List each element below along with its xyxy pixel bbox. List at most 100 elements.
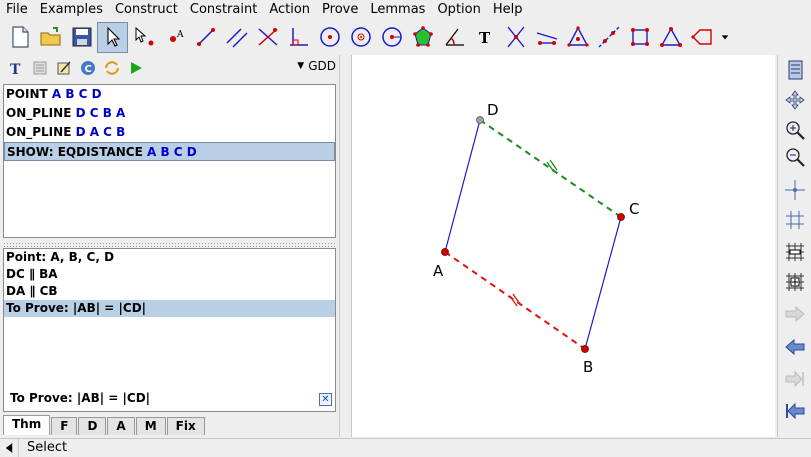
tab-d[interactable]: D [78, 417, 107, 435]
status-triangle-icon[interactable] [0, 439, 18, 457]
theorem-toolbar: T C ▼ GDD [0, 55, 340, 81]
status-text: Select [18, 439, 67, 457]
status-bar: Select [0, 438, 811, 457]
move-icon[interactable] [781, 87, 809, 113]
tab-fix[interactable]: Fix [166, 417, 205, 435]
main-toolbar: A T [0, 21, 811, 53]
menu-action[interactable]: Action [263, 0, 316, 20]
circle-icon[interactable] [314, 22, 345, 53]
script-args: D A C B [75, 125, 126, 139]
perpendicular-icon[interactable] [252, 22, 283, 53]
locus-icon[interactable] [593, 22, 624, 53]
new-file-icon[interactable] [4, 22, 35, 53]
angle-icon[interactable] [438, 22, 469, 53]
parallel-icon[interactable] [221, 22, 252, 53]
script-args: A B C D [51, 87, 102, 101]
grid-minus-icon[interactable] [781, 239, 809, 265]
app-window: File Examples Construct Constraint Actio… [0, 0, 811, 457]
fact-item[interactable]: DA ∥ CB [4, 283, 335, 300]
script-editor[interactable]: POINT A B C D ON_PLINE D C B A ON_PLINE … [3, 84, 336, 238]
script-line[interactable]: POINT A B C D [4, 85, 335, 104]
menu-lemmas[interactable]: Lemmas [364, 0, 431, 20]
open-folder-icon[interactable] [35, 22, 66, 53]
tab-thm[interactable]: Thm [3, 415, 51, 435]
close-icon[interactable]: ✕ [319, 393, 332, 406]
segment-dc-dashed[interactable] [479, 119, 622, 218]
script-keyword: ON_PLINE [6, 106, 72, 120]
zoom-out-icon[interactable] [781, 144, 809, 170]
script-line[interactable]: ON_PLINE D A C B [4, 123, 335, 142]
text-style-icon[interactable]: T [4, 57, 28, 79]
menu-examples[interactable]: Examples [34, 0, 109, 20]
menu-construct[interactable]: Construct [109, 0, 184, 20]
menu-constraint[interactable]: Constraint [184, 0, 263, 20]
compass-icon[interactable] [376, 22, 407, 53]
point-a[interactable] [441, 248, 449, 256]
fact-item[interactable]: DC ∥ BA [4, 266, 335, 283]
script-args: A B C D [146, 145, 197, 159]
circle-three-points-icon[interactable] [345, 22, 376, 53]
arrow-left-icon[interactable] [781, 334, 809, 360]
point-d[interactable] [476, 116, 484, 124]
arrow-right-icon[interactable] [781, 301, 809, 327]
fact-item[interactable]: Point: A, B, C, D [4, 249, 335, 266]
refresh-icon[interactable] [100, 57, 124, 79]
square-icon[interactable] [624, 22, 655, 53]
tab-f[interactable]: F [51, 417, 78, 435]
polygon-icon[interactable] [407, 22, 438, 53]
zoom-in-icon[interactable] [781, 117, 809, 143]
to-prove-footer: To Prove: |AB| = |CD| [10, 391, 151, 405]
menu-bar: File Examples Construct Constraint Actio… [0, 0, 811, 20]
step-forward-icon[interactable] [781, 366, 809, 392]
theorem-panel: T C ▼ GDD POINT A B C D ON_PLINE D C B A… [0, 55, 340, 437]
script-keyword: ON_PLINE [6, 125, 72, 139]
crosshair-icon[interactable] [781, 177, 809, 203]
tab-a[interactable]: A [107, 417, 135, 435]
script-args: D C B A [75, 106, 126, 120]
point-c[interactable] [617, 213, 625, 221]
line-icon[interactable] [190, 22, 221, 53]
mirror-icon[interactable] [531, 22, 562, 53]
segment-ab-dashed[interactable] [444, 251, 586, 350]
tab-m[interactable]: M [135, 417, 166, 435]
svg-text:T: T [10, 62, 21, 77]
text-icon[interactable]: T [469, 22, 500, 53]
right-toolbar [777, 55, 811, 437]
transform-icon[interactable] [686, 22, 717, 53]
menu-option[interactable]: Option [431, 0, 486, 20]
save-icon[interactable] [66, 22, 97, 53]
grid-icon[interactable] [781, 207, 809, 233]
edit-icon[interactable] [52, 57, 76, 79]
script-keyword: SHOW: EQDISTANCE [7, 145, 143, 159]
draw-point-icon[interactable] [128, 22, 159, 53]
script-keyword: POINT [6, 87, 48, 101]
intersection-icon[interactable] [500, 22, 531, 53]
facts-list[interactable]: Point: A, B, C, D DC ∥ BA DA ∥ CB To Pro… [3, 248, 336, 412]
script-line-selected[interactable]: SHOW: EQDISTANCE A B C D [4, 142, 335, 161]
drawing-canvas[interactable]: A B C D [351, 55, 775, 437]
svg-text:C: C [85, 64, 92, 75]
menu-help[interactable]: Help [487, 0, 529, 20]
split-pane-divider[interactable] [3, 242, 336, 247]
foot-icon[interactable] [283, 22, 314, 53]
copyright-icon[interactable]: C [76, 57, 100, 79]
triangle-icon[interactable] [562, 22, 593, 53]
menu-file[interactable]: File [0, 0, 34, 20]
segment-da[interactable] [444, 119, 481, 253]
segment-cb[interactable] [584, 216, 622, 350]
notepad-icon[interactable] [781, 57, 809, 83]
script-line[interactable]: ON_PLINE D C B A [4, 104, 335, 123]
iso-triangle-icon[interactable] [655, 22, 686, 53]
select-pointer-icon[interactable] [97, 21, 128, 53]
geometry-drawing: A B C D [433, 101, 639, 376]
step-back-icon[interactable] [781, 398, 809, 424]
toolbar-dropdown-icon[interactable] [717, 22, 733, 53]
grid-plus-icon[interactable] [781, 269, 809, 295]
run-play-icon[interactable] [124, 57, 148, 79]
free-point-icon[interactable]: A [159, 22, 190, 53]
point-b[interactable] [581, 345, 589, 353]
list-icon[interactable] [28, 57, 52, 79]
fact-item-selected[interactable]: To Prove: |AB| = |CD| [4, 300, 335, 317]
prover-select[interactable]: ▼ GDD [297, 59, 336, 73]
menu-prove[interactable]: Prove [316, 0, 364, 20]
